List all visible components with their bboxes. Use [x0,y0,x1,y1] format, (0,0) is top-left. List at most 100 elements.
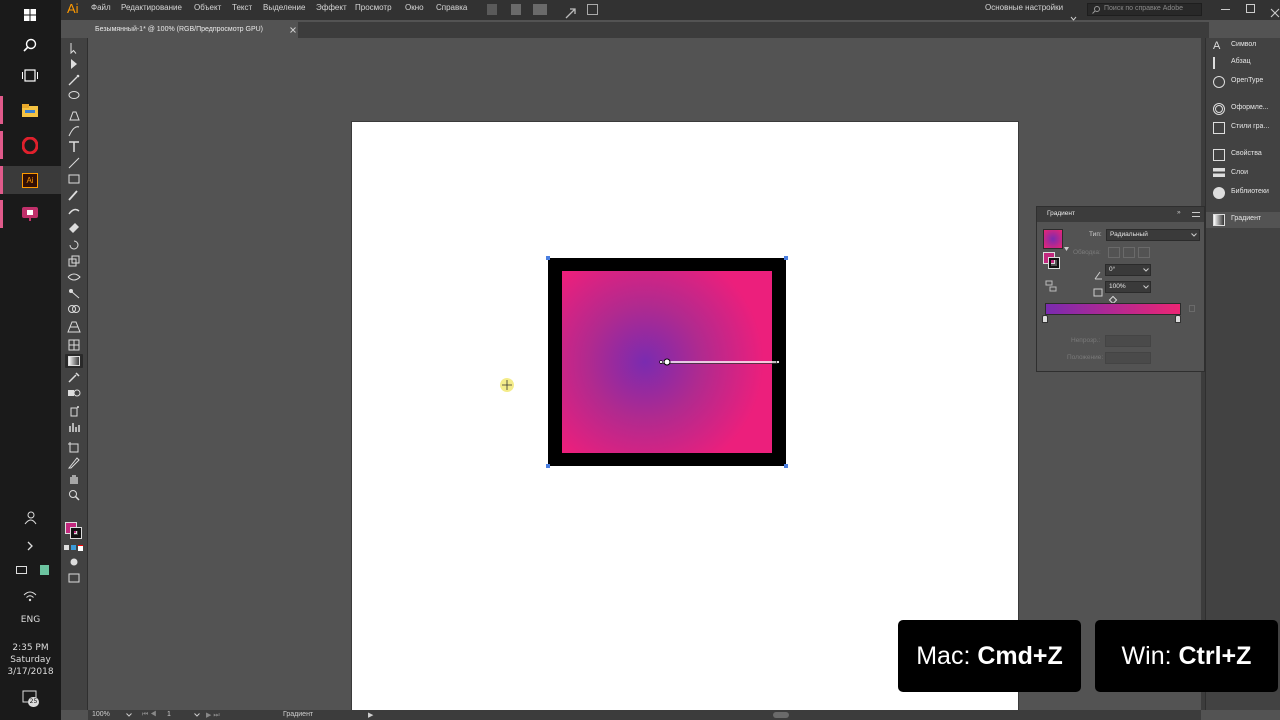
panel-menu-icon[interactable] [1192,212,1200,217]
gradient-panel-header[interactable]: Градиент » [1037,207,1204,222]
menu-window[interactable]: Окно [405,3,424,12]
menu-select[interactable]: Выделение [263,3,305,12]
menu-help[interactable]: Справка [436,3,467,12]
mesh-tool-icon[interactable] [67,339,81,351]
location-field[interactable] [1105,352,1151,364]
people-icon[interactable] [14,504,46,532]
stock-icon[interactable] [511,4,521,15]
panel-opentype[interactable]: OpenType [1206,74,1280,90]
help-search-input[interactable]: Поиск по справке Adobe [1087,3,1202,16]
pen-tool-icon[interactable] [67,109,81,121]
panel-character[interactable]: A Символ [1206,38,1280,54]
minimize-button[interactable] [1221,9,1230,10]
panel-graphic-styles[interactable]: Стили гра... [1206,120,1280,136]
selection-handle[interactable] [546,464,550,468]
selection-handle[interactable] [546,256,550,260]
illustrator-icon[interactable]: Ai [14,166,46,194]
puppet-warp-tool-icon[interactable] [67,287,81,299]
bridge-icon[interactable] [487,4,497,15]
gradient-stop-end[interactable] [1175,315,1181,323]
zoom-tool-icon[interactable] [67,489,81,501]
stroke-across-icon[interactable] [1138,247,1150,258]
line-tool-icon[interactable] [67,157,81,169]
gradient-tool-icon[interactable] [67,355,81,367]
color-mode-icon[interactable] [64,545,69,550]
rotate-tool-icon[interactable] [67,239,81,251]
clock-time[interactable]: 2:35 PM [0,642,61,654]
selection-handle[interactable] [784,464,788,468]
start-icon[interactable] [14,1,46,29]
opera-icon[interactable] [14,131,46,159]
gradient-stop-start[interactable] [1042,315,1048,323]
stroke-within-icon[interactable] [1108,247,1120,258]
gradient-type-select[interactable]: Радиальный [1106,229,1200,241]
selection-handle[interactable] [784,256,788,260]
arrange-documents-icon[interactable] [533,4,547,15]
menu-view[interactable]: Просмотр [355,3,392,12]
rectangle-tool-icon[interactable] [67,173,81,185]
artboard-tool-icon[interactable] [67,441,81,453]
menu-type[interactable]: Текст [232,3,252,12]
eyedropper-tool-icon[interactable] [67,371,81,383]
gradient-origin-handle[interactable] [663,358,671,366]
close-button[interactable] [1270,3,1280,22]
file-explorer-icon[interactable] [14,96,46,124]
menu-edit[interactable]: Редактирование [121,3,182,12]
gradient-rectangle[interactable] [540,250,796,476]
screen-mode-icon[interactable] [67,572,81,584]
opacity-field[interactable] [1105,335,1151,347]
stroke-color-swatch[interactable] [71,528,81,538]
none-mode-icon[interactable] [78,545,83,551]
collapse-panel-icon[interactable]: » [1177,209,1181,216]
aspect-ratio-field[interactable]: 100% [1105,281,1151,293]
panel-layers[interactable]: Слои [1206,166,1280,182]
gradient-end-handle[interactable] [776,360,780,364]
slice-tool-icon[interactable] [67,457,81,469]
shape-builder-tool-icon[interactable] [67,303,81,315]
horizontal-scrollbar-thumb[interactable] [773,712,789,718]
column-graph-tool-icon[interactable] [67,421,81,433]
delete-stop-icon[interactable] [1189,305,1195,312]
chevron-down-icon[interactable] [194,713,200,717]
curvature-tool-icon[interactable] [67,125,81,137]
selection-tool-icon[interactable] [67,42,81,54]
task-view-icon[interactable] [14,61,46,89]
panel-appearance[interactable]: Оформле... [1206,101,1280,117]
menu-effect[interactable]: Эффект [316,3,347,12]
next-artboard-icon[interactable]: ▶ ⏭ [206,711,220,720]
gpu-performance-icon[interactable] [565,4,576,19]
gradient-mode-icon[interactable] [71,545,76,550]
lasso-tool-icon[interactable] [67,90,81,102]
share-icon[interactable] [587,4,598,15]
tray-app-icon[interactable] [40,565,49,575]
magic-wand-tool-icon[interactable] [67,74,81,86]
status-menu-arrow-icon[interactable]: ▶ [368,711,373,719]
type-tool-icon[interactable] [67,141,81,153]
width-tool-icon[interactable] [67,271,81,283]
artboard-number[interactable]: 1 [167,711,171,718]
blend-tool-icon[interactable] [67,387,81,399]
scale-tool-icon[interactable] [67,255,81,267]
maximize-button[interactable] [1246,4,1255,13]
gradient-preview-swatch[interactable] [1043,229,1063,249]
reverse-gradient-icon[interactable] [1045,277,1057,292]
battery-icon[interactable] [16,566,27,574]
workspace-switcher[interactable]: Основные настройки [985,3,1063,12]
chevron-right-icon[interactable] [14,532,46,560]
shaper-tool-icon[interactable] [67,205,81,217]
panel-gradient[interactable]: Градиент [1206,212,1280,228]
panel-libraries[interactable]: Библиотеки [1206,185,1280,201]
symbol-sprayer-tool-icon[interactable] [67,405,81,417]
zoom-level[interactable]: 100% [92,711,110,718]
presentation-icon[interactable] [14,200,46,228]
stroke-along-icon[interactable] [1123,247,1135,258]
close-tab-icon[interactable] [290,27,296,33]
language-indicator[interactable]: ENG [0,614,61,626]
search-icon[interactable] [14,31,46,59]
chevron-down-icon[interactable] [126,713,132,717]
gradient-slider[interactable] [1045,303,1181,315]
paintbrush-tool-icon[interactable] [67,189,81,201]
notification-icon[interactable]: 25 [22,690,39,707]
menu-file[interactable]: Файл [91,3,111,12]
eraser-tool-icon[interactable] [67,221,81,233]
